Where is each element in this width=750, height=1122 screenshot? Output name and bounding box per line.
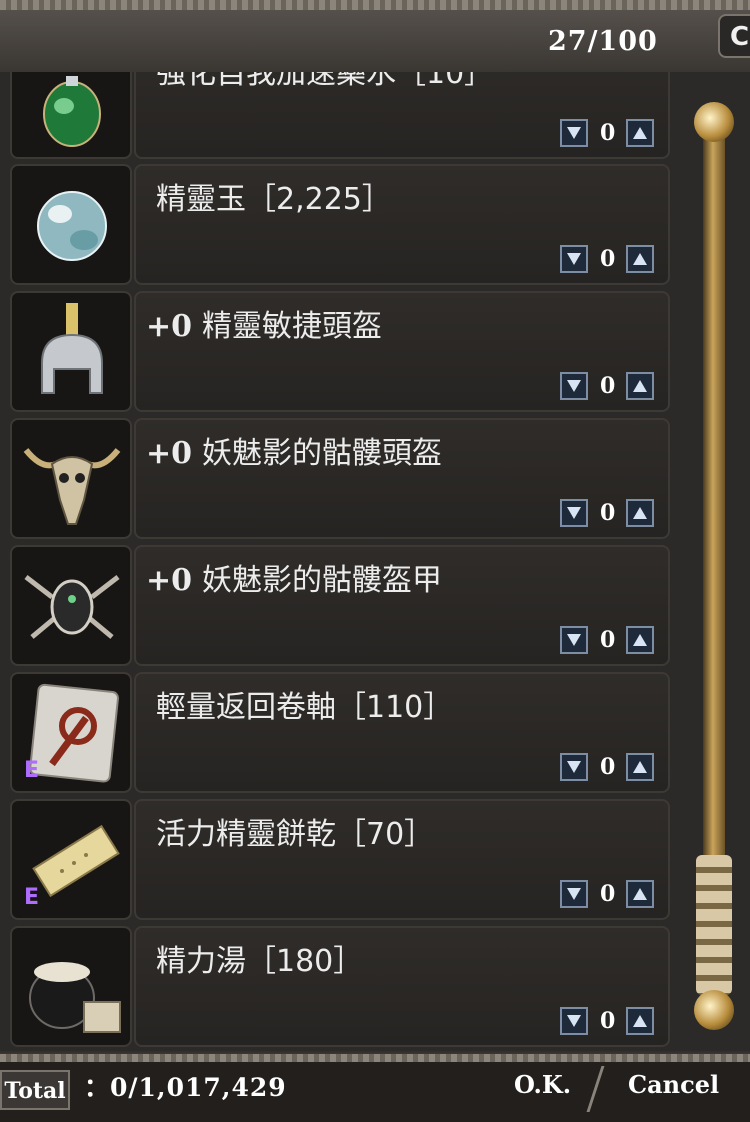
item-name: 妖魅影的骷髏頭盔: [202, 436, 443, 471]
up-arrow-icon: [633, 380, 647, 392]
skull-helmet-icon: [10, 418, 132, 539]
elf-helmet-icon: [10, 291, 132, 412]
down-arrow-icon: [567, 1015, 581, 1027]
green-potion-icon: [10, 72, 132, 159]
increase-button[interactable]: [626, 1007, 654, 1035]
decrease-button[interactable]: [560, 626, 588, 654]
quantity-value: 0: [600, 500, 616, 526]
badge-e: E: [24, 885, 40, 910]
item-panel: 輕量返回卷軸［110］ 0: [134, 672, 670, 793]
item-panel: 強化自我加速藥水［10］ 0: [134, 72, 670, 159]
item-name: 活力精靈餅乾［70］: [156, 817, 435, 852]
list-item: +0 妖魅影的骷髏頭盔 0: [10, 418, 670, 539]
item-name: 精力湯［180］: [156, 944, 364, 979]
quantity-stepper: 0: [560, 119, 654, 147]
item-name: 精靈玉［2,225］: [156, 182, 392, 217]
decrease-button[interactable]: [560, 372, 588, 400]
decrease-button[interactable]: [560, 499, 588, 527]
list-item: E 輕量返回卷軸［110］ 0: [10, 672, 670, 793]
item-panel: 精力湯［180］ 0: [134, 926, 670, 1047]
increase-button[interactable]: [626, 499, 654, 527]
biscuit-icon: E: [10, 799, 132, 920]
item-name: 妖魅影的骷髏盔甲: [202, 563, 443, 598]
list-item: 強化自我加速藥水［10］ 0: [10, 72, 670, 159]
down-arrow-icon: [567, 253, 581, 265]
quantity-stepper: 0: [560, 753, 654, 781]
up-arrow-icon: [633, 253, 647, 265]
up-arrow-icon: [633, 634, 647, 646]
item-name: 強化自我加速藥水［10］: [156, 72, 495, 91]
down-arrow-icon: [567, 507, 581, 519]
scroll-down-knob-icon[interactable]: [694, 990, 734, 1030]
total-value: ：0/1,017,429: [84, 1073, 287, 1102]
return-scroll-icon: E: [10, 672, 132, 793]
down-arrow-icon: [567, 888, 581, 900]
item-panel: +0 妖魅影的骷髏盔甲 0: [134, 545, 670, 666]
frame-border-top: [0, 0, 750, 10]
item-count: 27/100: [548, 26, 658, 57]
ok-button[interactable]: O.K.: [514, 1070, 571, 1099]
down-arrow-icon: [567, 380, 581, 392]
cancel-button[interactable]: Cancel: [628, 1070, 719, 1099]
item-panel: +0 精靈敏捷頭盔 0: [134, 291, 670, 412]
quantity-value: 0: [600, 246, 616, 272]
quantity-stepper: 0: [560, 1007, 654, 1035]
frame-border-bottom: [0, 1054, 750, 1062]
up-arrow-icon: [633, 507, 647, 519]
item-panel: 精靈玉［2,225］ 0: [134, 164, 670, 285]
quantity-value: 0: [600, 627, 616, 653]
down-arrow-icon: [567, 127, 581, 139]
item-panel: 活力精靈餅乾［70］ 0: [134, 799, 670, 920]
quantity-value: 0: [600, 754, 616, 780]
item-name: 輕量返回卷軸［110］: [156, 690, 454, 725]
quantity-value: 0: [600, 120, 616, 146]
quantity-stepper: 0: [560, 626, 654, 654]
item-panel: +0 妖魅影的骷髏頭盔 0: [134, 418, 670, 539]
down-arrow-icon: [567, 761, 581, 773]
up-arrow-icon: [633, 761, 647, 773]
soup-icon: [10, 926, 132, 1047]
down-arrow-icon: [567, 634, 581, 646]
quantity-stepper: 0: [560, 245, 654, 273]
total-label: Total: [0, 1070, 70, 1110]
quantity-stepper: 0: [560, 499, 654, 527]
increase-button[interactable]: [626, 119, 654, 147]
badge-e: E: [24, 758, 40, 783]
up-arrow-icon: [633, 888, 647, 900]
list-item: 精靈玉［2,225］ 0: [10, 164, 670, 285]
increase-button[interactable]: [626, 753, 654, 781]
enhance-level: +0: [146, 309, 193, 344]
decrease-button[interactable]: [560, 880, 588, 908]
decrease-button[interactable]: [560, 245, 588, 273]
list-item: 精力湯［180］ 0: [10, 926, 670, 1047]
enhance-level: +0: [146, 436, 193, 471]
enhance-level: +0: [146, 563, 193, 598]
quantity-value: 0: [600, 1008, 616, 1034]
list-item: +0 妖魅影的骷髏盔甲 0: [10, 545, 670, 666]
increase-button[interactable]: [626, 880, 654, 908]
quantity-stepper: 0: [560, 372, 654, 400]
item-name: 精靈敏捷頭盔: [202, 309, 383, 344]
list-item: +0 精靈敏捷頭盔 0: [10, 291, 670, 412]
up-arrow-icon: [633, 127, 647, 139]
increase-button[interactable]: [626, 626, 654, 654]
increase-button[interactable]: [626, 372, 654, 400]
item-list: 強化自我加速藥水［10］ 0 精靈玉［2,225］ 0 +0 精靈敏捷頭盔 0 …: [0, 72, 690, 1050]
close-button[interactable]: C: [718, 14, 750, 58]
quantity-stepper: 0: [560, 880, 654, 908]
decrease-button[interactable]: [560, 753, 588, 781]
increase-button[interactable]: [626, 245, 654, 273]
scroll-up-knob-icon[interactable]: [694, 102, 734, 142]
quantity-value: 0: [600, 881, 616, 907]
quantity-value: 0: [600, 373, 616, 399]
decrease-button[interactable]: [560, 119, 588, 147]
list-item: E 活力精靈餅乾［70］ 0: [10, 799, 670, 920]
skull-armor-icon: [10, 545, 132, 666]
decrease-button[interactable]: [560, 1007, 588, 1035]
spirit-jade-icon: [10, 164, 132, 285]
scroll-thumb[interactable]: [696, 855, 732, 995]
up-arrow-icon: [633, 1015, 647, 1027]
